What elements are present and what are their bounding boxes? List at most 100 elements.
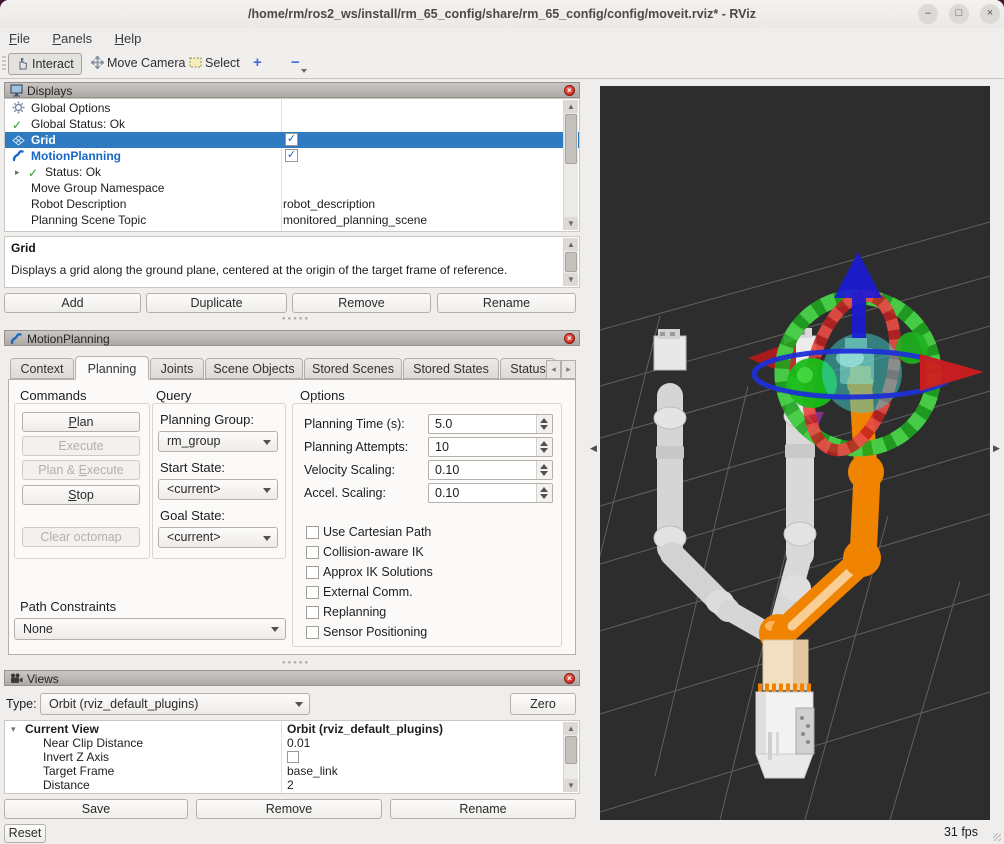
- tree-row-grid[interactable]: Grid: [5, 132, 579, 148]
- tree-row-global-options[interactable]: Global Options: [5, 100, 579, 116]
- rename-view-button[interactable]: Rename: [390, 799, 576, 819]
- displays-panel-header[interactable]: Displays ×: [4, 82, 580, 98]
- rename-display-button[interactable]: Rename: [437, 293, 576, 313]
- expander-icon[interactable]: ▸: [15, 164, 20, 180]
- view-type-dropdown[interactable]: Orbit (rviz_default_plugins): [40, 693, 310, 715]
- grid-enabled-checkbox[interactable]: [285, 133, 298, 146]
- spin-down-icon[interactable]: [540, 494, 548, 499]
- tree-row-distance[interactable]: Distance 2: [5, 778, 579, 792]
- reset-button[interactable]: Reset: [4, 824, 46, 843]
- tree-row-near-clip[interactable]: Near Clip Distance 0.01: [5, 736, 579, 750]
- views-tree-scrollbar[interactable]: ▲ ▼: [563, 722, 578, 792]
- scrollbar-thumb[interactable]: [565, 736, 577, 764]
- save-view-button[interactable]: Save: [4, 799, 188, 819]
- menu-file[interactable]: File: [0, 28, 39, 46]
- spin-buttons[interactable]: [536, 438, 552, 456]
- spin-down-icon[interactable]: [540, 448, 548, 453]
- scroll-down-icon[interactable]: ▼: [564, 273, 578, 286]
- resize-grip[interactable]: [993, 833, 1001, 841]
- select-tool-button[interactable]: Select: [182, 53, 247, 73]
- motionplanning-enabled-checkbox[interactable]: [285, 149, 298, 162]
- motionplanning-panel-header[interactable]: MotionPlanning ×: [4, 330, 580, 346]
- zoom-out-tool-button[interactable]: −: [284, 53, 307, 73]
- menu-help[interactable]: Help: [106, 28, 151, 46]
- tree-row-global-status[interactable]: ✓ Global Status: Ok: [5, 116, 579, 132]
- scroll-up-icon[interactable]: ▲: [564, 238, 578, 251]
- spin-down-icon[interactable]: [540, 425, 548, 430]
- motionplanning-close-icon[interactable]: ×: [564, 333, 575, 344]
- spin-buttons[interactable]: [536, 461, 552, 479]
- checkbox[interactable]: [306, 606, 319, 619]
- plan-button[interactable]: Plan: [22, 412, 140, 432]
- tab-stored-states[interactable]: Stored States: [403, 358, 499, 379]
- spin-buttons[interactable]: [536, 484, 552, 502]
- tree-row-target-frame[interactable]: Target Frame base_link: [5, 764, 579, 778]
- minimize-button[interactable]: –: [918, 4, 938, 24]
- tree-row-value[interactable]: monitored_planning_scene: [283, 212, 427, 228]
- add-button[interactable]: Add: [4, 293, 141, 313]
- goal-state-dropdown[interactable]: <current>: [158, 527, 278, 548]
- stop-button[interactable]: Stop: [22, 485, 140, 505]
- description-scrollbar[interactable]: ▲ ▼: [563, 238, 578, 286]
- zoom-in-tool-button[interactable]: +: [246, 53, 269, 73]
- velocity-scaling-spinbox[interactable]: 0.10: [428, 460, 553, 480]
- scrollbar-thumb[interactable]: [565, 252, 577, 272]
- start-state-dropdown[interactable]: <current>: [158, 479, 278, 500]
- checkbox[interactable]: [306, 566, 319, 579]
- tab-stored-scenes[interactable]: Stored Scenes: [304, 358, 402, 379]
- invert-z-checkbox[interactable]: [287, 751, 299, 763]
- toolbar-handle[interactable]: [2, 56, 6, 72]
- tree-row-robot-description[interactable]: Robot Description robot_description: [5, 196, 579, 212]
- expander-icon[interactable]: ▾: [11, 722, 16, 736]
- interact-tool-button[interactable]: Interact: [8, 53, 82, 75]
- tree-row-current-view[interactable]: ▾ Current View Orbit (rviz_default_plugi…: [5, 722, 579, 736]
- tree-row-planning-scene-topic[interactable]: Planning Scene Topic monitored_planning_…: [5, 212, 579, 228]
- tree-row-move-group-namespace[interactable]: Move Group Namespace: [5, 180, 579, 196]
- tab-planning[interactable]: Planning: [75, 356, 149, 380]
- collapse-left-panel-icon[interactable]: ◀: [590, 443, 597, 454]
- tree-row-value[interactable]: robot_description: [283, 196, 375, 212]
- tree-row-motionplanning[interactable]: MotionPlanning: [5, 148, 579, 164]
- checkbox[interactable]: [306, 626, 319, 639]
- scroll-down-icon[interactable]: ▼: [564, 217, 578, 230]
- spin-up-icon[interactable]: [540, 487, 548, 492]
- checkbox[interactable]: [306, 586, 319, 599]
- tree-row-value[interactable]: base_link: [287, 764, 338, 778]
- spin-down-icon[interactable]: [540, 471, 548, 476]
- planning-group-dropdown[interactable]: rm_group: [158, 431, 278, 452]
- tree-row-status-ok[interactable]: ▸ ✓ Status: Ok: [5, 164, 579, 180]
- spin-buttons[interactable]: [536, 415, 552, 433]
- spin-up-icon[interactable]: [540, 464, 548, 469]
- collapse-right-icon[interactable]: ▶: [993, 443, 1000, 454]
- duplicate-button[interactable]: Duplicate: [146, 293, 287, 313]
- move-camera-tool-button[interactable]: Move Camera: [84, 53, 193, 73]
- views-close-icon[interactable]: ×: [564, 673, 575, 684]
- remove-display-button[interactable]: Remove: [292, 293, 431, 313]
- marker-center-sphere[interactable]: [822, 333, 902, 413]
- path-constraints-dropdown[interactable]: None: [14, 618, 286, 640]
- planning-attempts-spinbox[interactable]: 10: [428, 437, 553, 457]
- plan-execute-button[interactable]: Plan & Execute: [22, 460, 140, 480]
- spin-up-icon[interactable]: [540, 441, 548, 446]
- splitter-handle[interactable]: ●●●●●: [282, 660, 310, 666]
- tree-row-value[interactable]: 2: [287, 778, 294, 792]
- execute-button[interactable]: Execute: [22, 436, 140, 456]
- displays-close-icon[interactable]: ×: [564, 85, 575, 96]
- tab-joints[interactable]: Joints: [150, 358, 204, 379]
- scroll-up-icon[interactable]: ▲: [564, 722, 578, 735]
- remove-view-button[interactable]: Remove: [196, 799, 382, 819]
- tab-scroll-left-icon[interactable]: ◂: [546, 360, 561, 379]
- scrollbar-thumb[interactable]: [565, 114, 577, 164]
- zero-button[interactable]: Zero: [510, 693, 576, 715]
- tab-context[interactable]: Context: [10, 358, 74, 379]
- planning-time-spinbox[interactable]: 5.0: [428, 414, 553, 434]
- displays-tree-scrollbar[interactable]: ▲ ▼: [563, 100, 578, 230]
- maximize-button[interactable]: □: [949, 4, 969, 24]
- checkbox[interactable]: [306, 546, 319, 559]
- accel-scaling-spinbox[interactable]: 0.10: [428, 483, 553, 503]
- scroll-down-icon[interactable]: ▼: [564, 779, 578, 792]
- spin-up-icon[interactable]: [540, 418, 548, 423]
- tree-row-value[interactable]: 0.01: [287, 736, 310, 750]
- splitter-handle[interactable]: ●●●●●: [282, 316, 310, 322]
- tree-row-invert-z[interactable]: Invert Z Axis: [5, 750, 579, 764]
